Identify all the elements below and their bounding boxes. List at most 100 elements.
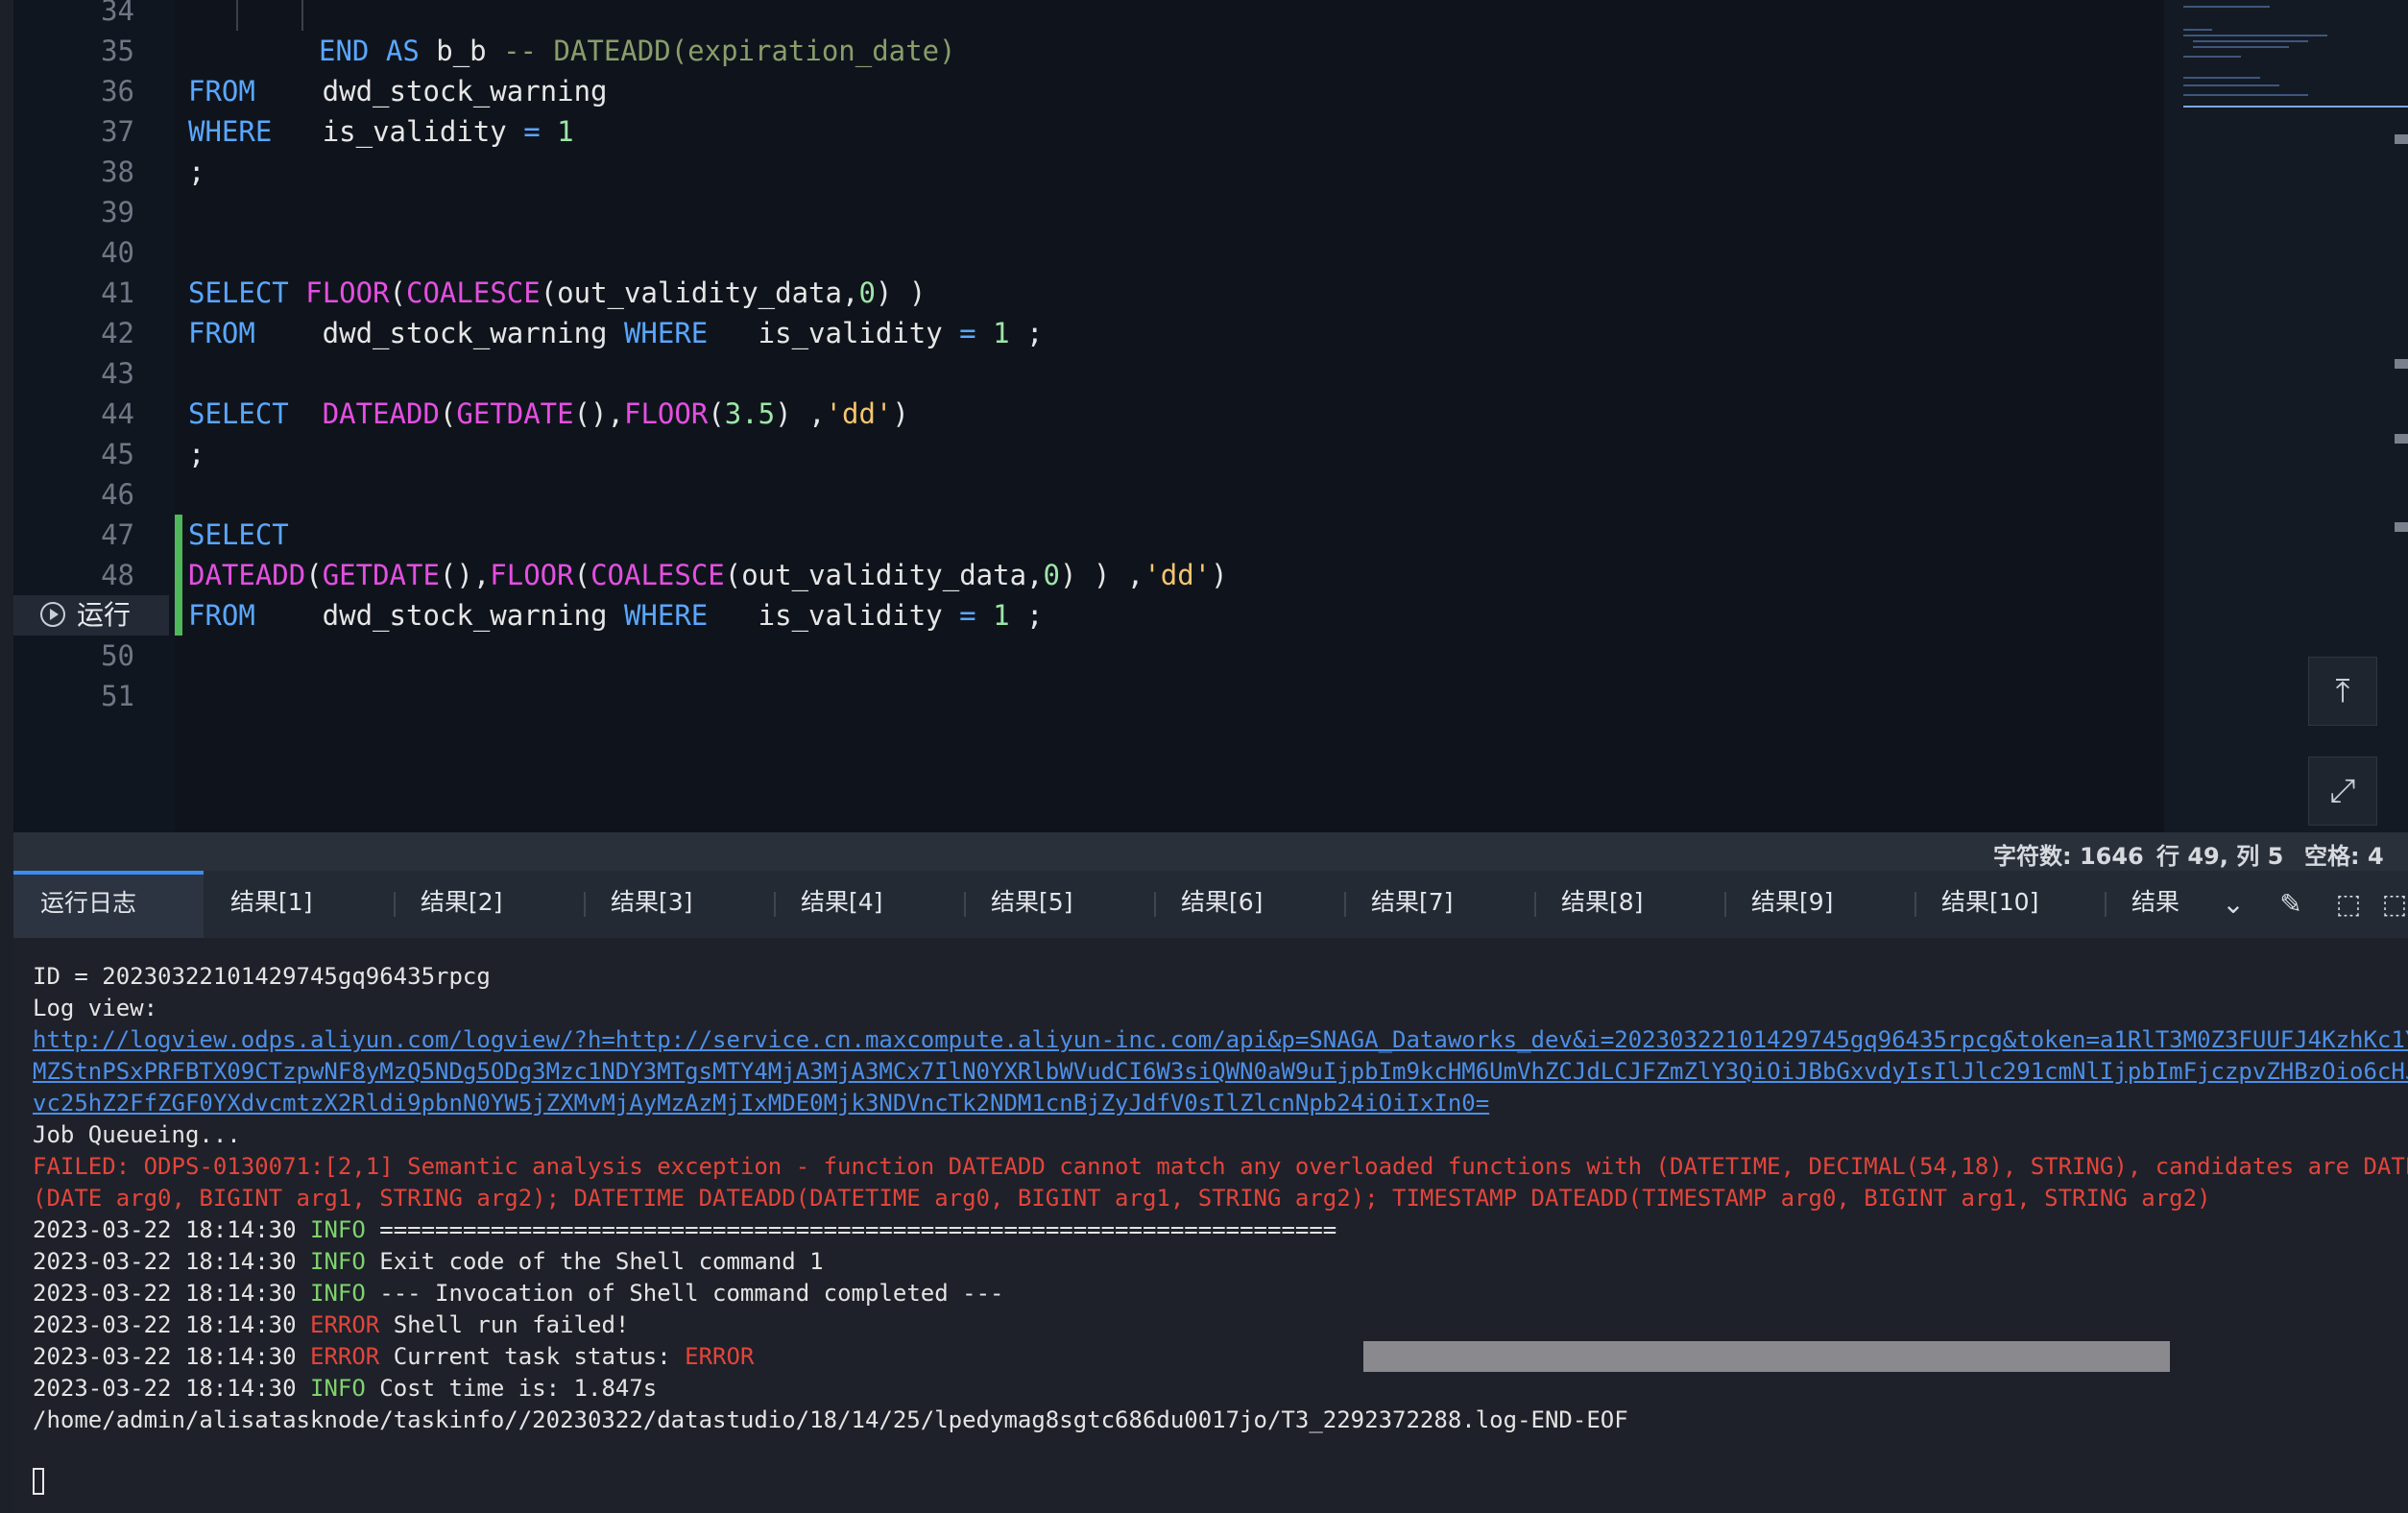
code-text: ) ) — [875, 276, 927, 309]
tab-result-9[interactable]: 结果[9] — [1724, 871, 1914, 938]
code-text: ; — [1009, 599, 1044, 632]
line-number: 48 — [101, 559, 134, 591]
minimap-line — [2193, 46, 2289, 48]
code-line-36: FROM dwd_stock_warning — [188, 71, 608, 111]
minimap-line — [2183, 35, 2327, 36]
function-name: DATEADD — [188, 559, 306, 591]
tab-result-7[interactable]: 结果[7] — [1344, 871, 1534, 938]
code-text: b_b — [419, 35, 504, 67]
function-name: GETDATE — [322, 559, 440, 591]
line-number: 50 — [101, 639, 134, 672]
code-text: ( — [389, 276, 407, 309]
modified-lines-marker — [175, 515, 182, 636]
code-text: (), — [573, 397, 624, 430]
log-line: 2023-03-22 18:14:30 INFO ===============… — [33, 1214, 1336, 1246]
log-error-message: FAILED: ODPS-0130071:[2,1] Semantic anal… — [33, 1153, 2408, 1180]
function-name: COALESCE — [406, 276, 541, 309]
line-number: 36 — [101, 75, 134, 108]
char-count: 字符数: 1646 — [1993, 843, 2144, 870]
code-text: is_validity — [272, 115, 524, 148]
code-line-49: FROM dwd_stock_warning WHERE is_validity… — [188, 595, 1044, 636]
log-line: 2023-03-22 18:14:30 INFO Cost time is: 1… — [33, 1373, 657, 1405]
scroll-marker — [2395, 359, 2408, 369]
minimap-line — [2183, 6, 2270, 8]
tab-result-11[interactable]: 结果[11 — [2105, 871, 2210, 979]
number-literal: 0 — [858, 276, 876, 309]
code-text: ( — [305, 559, 323, 591]
tab-result-10[interactable]: 结果[10] — [1914, 871, 2105, 938]
code-text: ; — [1009, 317, 1044, 349]
logview-link[interactable]: vc25hZ2FfZGF0YXdvcmtzX2Rldi9pbnN0YW5jZXM… — [33, 1088, 1489, 1119]
code-line-37: WHERE is_validity = 1 — [188, 111, 574, 152]
keyword: AS — [385, 35, 420, 67]
scroll-to-top-button[interactable]: ⤒ — [2308, 657, 2377, 726]
redaction-box — [1363, 1341, 2170, 1372]
scroll-marker — [2395, 434, 2408, 444]
logview-link[interactable]: MZStnPSxPRFBTX09CTzpwNF8yMzQ5NDg5ODg3Mzc… — [33, 1056, 2408, 1088]
function-name: FLOOR — [305, 276, 390, 309]
arrow-to-top-icon: ⤒ — [2335, 672, 2350, 710]
function-name: COALESCE — [590, 559, 725, 591]
pin-icon[interactable]: ✎ — [2274, 887, 2308, 922]
log-level: ERROR — [310, 1311, 380, 1338]
code-line-38: ; — [188, 156, 205, 188]
keyword: WHERE — [623, 599, 709, 632]
tab-result-8[interactable]: 结果[8] — [1534, 871, 1724, 938]
line-number: 46 — [101, 478, 134, 511]
minimap-viewport[interactable] — [2183, 106, 2408, 108]
code-text: (out_validity_data, — [724, 559, 1044, 591]
log-timestamp: 2023-03-22 18:14:30 — [33, 1343, 297, 1370]
chevron-down-circle-icon[interactable]: ⌄ — [2216, 887, 2251, 922]
logview-link[interactable]: http://logview.odps.aliyun.com/logview/?… — [33, 1024, 2408, 1056]
log-message: Cost time is: 1.847s — [379, 1375, 658, 1402]
minimap-line — [2183, 56, 2241, 58]
line-number: 47 — [101, 518, 134, 551]
code-line-48: DATEADD(GETDATE(),FLOOR(COALESCE(out_val… — [188, 555, 1228, 595]
code-text: ( — [708, 397, 725, 430]
tab-result-5[interactable]: 结果[5] — [964, 871, 1154, 938]
keyword: SELECT — [188, 518, 289, 551]
code-text: (out_validity_data, — [540, 276, 859, 309]
tab-result-1[interactable]: 结果[1] — [204, 871, 394, 938]
log-level: ERROR — [310, 1343, 380, 1370]
code-text: is_validity — [708, 599, 960, 632]
number-literal: 1 — [993, 317, 1010, 349]
terminal-cursor — [33, 1468, 44, 1495]
tab-run-log[interactable]: 运行日志 — [13, 871, 204, 938]
tab-result-3[interactable]: 结果[3] — [584, 871, 774, 938]
tab-result-4[interactable]: 结果[4] — [774, 871, 964, 938]
line-number: 41 — [101, 276, 134, 309]
line-number: 51 — [101, 680, 134, 712]
sql-editor[interactable]: 34 35 36 37 38 39 40 41 42 43 44 45 46 4… — [13, 0, 2408, 832]
code-area[interactable]: END AS b_b -- DATEADD(expiration_date) F… — [175, 0, 2181, 832]
maximize-icon[interactable]: ⬚ — [2331, 887, 2366, 922]
scroll-marker — [2395, 522, 2408, 532]
string-literal: 'dd' — [1144, 559, 1212, 591]
log-message: Exit code of the Shell command 1 — [379, 1248, 824, 1275]
tab-result-2[interactable]: 结果[2] — [394, 871, 584, 938]
tab-result-6[interactable]: 结果[6] — [1154, 871, 1344, 938]
minimap-line — [2183, 29, 2212, 31]
run-line-button[interactable]: 运行 — [13, 595, 169, 636]
minimap-line — [2183, 94, 2308, 96]
operator: = — [523, 115, 541, 148]
close-panel-icon[interactable]: ⬚ — [2381, 887, 2408, 922]
log-level: INFO — [310, 1280, 366, 1307]
expand-icon: ⤢ — [2329, 772, 2356, 810]
code-text: ( — [573, 559, 591, 591]
log-timestamp: 2023-03-22 18:14:30 — [33, 1216, 297, 1243]
log-timestamp: 2023-03-22 18:14:30 — [33, 1375, 297, 1402]
minimap-line — [2193, 40, 2308, 42]
run-log-output[interactable]: ID = 20230322101429745gq96435rpcg Log vi… — [13, 938, 2408, 1513]
code-text: ) — [892, 397, 909, 430]
expand-button[interactable]: ⤢ — [2308, 756, 2377, 826]
scroll-marker — [2395, 134, 2408, 144]
task-status-value: ERROR — [685, 1343, 755, 1370]
operator: = — [959, 599, 976, 632]
indent-spaces: 空格: 4 — [2304, 843, 2384, 870]
code-line-44: SELECT DATEADD(GETDATE(),FLOOR(3.5) ,'dd… — [188, 394, 909, 434]
code-text: ) — [1211, 559, 1228, 591]
line-number: 40 — [101, 236, 134, 269]
